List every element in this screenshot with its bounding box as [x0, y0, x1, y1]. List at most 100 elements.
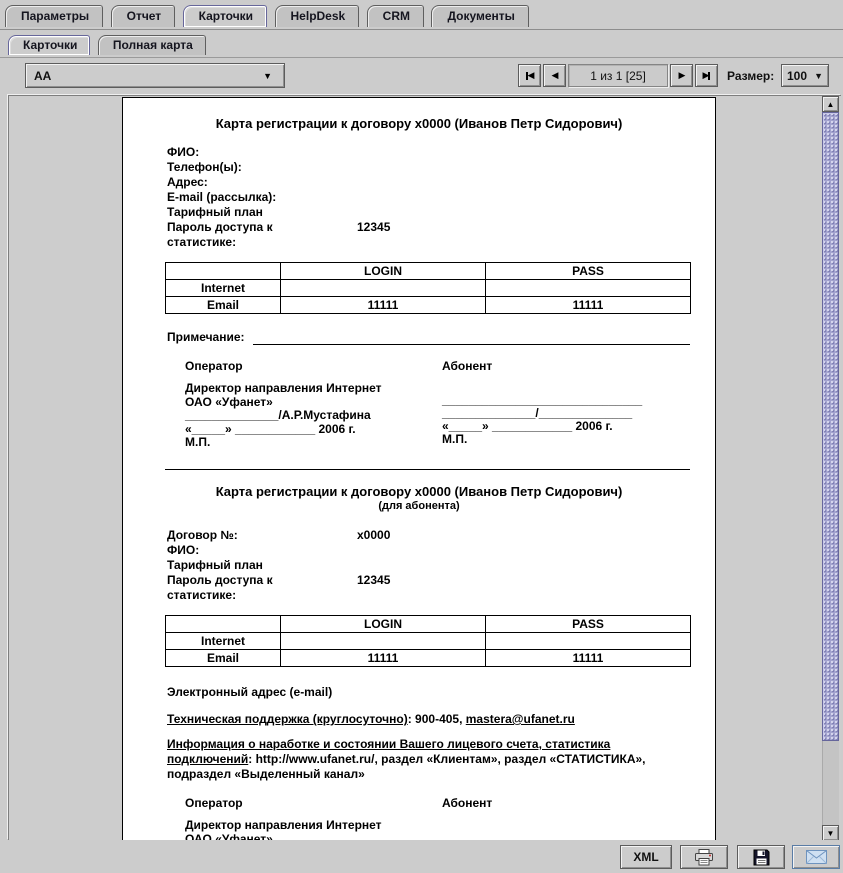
document-page: Карта регистрации к договору x0000 (Иван…: [122, 97, 716, 840]
signature-line: Директор направления Интернет: [185, 819, 435, 833]
signature-line: М.П.: [185, 436, 435, 450]
template-combobox[interactable]: AA ▼: [25, 63, 285, 88]
table-cell: Internet: [166, 633, 281, 650]
table-cell: Email: [166, 650, 281, 667]
next-page-icon: ▶: [679, 70, 685, 81]
operator-signature: Оператор Директор направления Интернет О…: [185, 796, 435, 840]
field-label: ФИО:: [167, 543, 339, 558]
table-header-row: LOGIN PASS: [166, 263, 691, 280]
first-page-icon: ◀: [528, 70, 534, 81]
arrow-down-icon: ▼: [827, 829, 835, 838]
first-page-button[interactable]: ◀: [518, 64, 541, 87]
field-row: Телефон(ы):: [167, 160, 715, 175]
support-label: Техническая поддержка (круглосуточно): [167, 712, 408, 726]
document-preview-panel: Карта регистрации к договору x0000 (Иван…: [8, 95, 841, 840]
signature-line: «_____» ____________ 2006 г.: [185, 423, 435, 437]
registration-card-subtitle: (для абонента): [123, 499, 715, 514]
tab-helpdesk[interactable]: HelpDesk: [275, 5, 360, 27]
previous-page-icon: ◀: [552, 70, 558, 81]
table-cell: 11111: [281, 297, 486, 314]
field-row: Договор №: x0000: [167, 528, 715, 543]
scroll-down-button[interactable]: ▼: [822, 825, 839, 840]
mail-icon: [806, 850, 827, 864]
fields-section-1: ФИО: Телефон(ы): Адрес: E-mail (рассылка…: [167, 145, 715, 250]
note-fill-line: [253, 332, 690, 345]
last-page-button[interactable]: ▶: [695, 64, 718, 87]
size-combobox-value: 100: [787, 69, 807, 83]
subtab-kartochki[interactable]: Карточки: [8, 35, 90, 55]
table-cell: 11111: [281, 650, 486, 667]
signature-line: ______________________________: [442, 831, 692, 840]
support-email-link: mastera@ufanet.ru: [466, 712, 575, 726]
table-cell: 11111: [486, 297, 691, 314]
subscriber-signature: Абонент ______________________________ _…: [442, 796, 692, 840]
note-row: Примечание:: [167, 330, 690, 345]
page-counter-text: 1 из 1 [25]: [590, 69, 646, 83]
table-header-cell: PASS: [486, 616, 691, 633]
field-label: E-mail (рассылка):: [167, 190, 339, 205]
arrow-up-icon: ▲: [827, 100, 835, 109]
application-window: { "main_tabs": [ {"label": "Параметры", …: [0, 0, 843, 873]
tab-kartochki[interactable]: Карточки: [183, 5, 267, 27]
section-divider: [165, 469, 690, 470]
table-cell: 11111: [486, 650, 691, 667]
table-row: Internet: [166, 633, 691, 650]
scrollbar-thumb[interactable]: [822, 112, 839, 741]
signature-line: ОАО «Уфанет»: [185, 396, 435, 410]
field-value: x0000: [357, 528, 390, 543]
sub-tab-bar: Карточки Полная карта: [0, 34, 843, 58]
field-row: ФИО:: [167, 543, 715, 558]
main-tab-bar: Параметры Отчет Карточки HelpDesk CRM До…: [0, 4, 843, 30]
last-page-bar-icon: [708, 72, 710, 80]
signature-line: Директор направления Интернет: [185, 382, 435, 396]
field-label: ФИО:: [167, 145, 339, 160]
fields-section-2: Договор №: x0000 ФИО: Тарифный план Парол…: [167, 528, 715, 603]
field-label: Адрес:: [167, 175, 339, 190]
field-label: Пароль доступа к статистике:: [167, 220, 339, 250]
previous-page-button[interactable]: ◀: [543, 64, 566, 87]
subscriber-title: Абонент: [442, 359, 692, 374]
tab-crm[interactable]: CRM: [367, 5, 424, 27]
table-cell: [486, 633, 691, 650]
tab-dokumenty[interactable]: Документы: [431, 5, 528, 27]
field-row: ФИО:: [167, 145, 715, 160]
printer-icon: [693, 849, 715, 866]
chevron-down-icon: ▼: [263, 71, 276, 81]
support-paragraph: Техническая поддержка (круглосуточно): 9…: [167, 712, 691, 727]
field-row: Пароль доступа к статистике:12345: [167, 220, 715, 250]
field-label: Пароль доступа к статистике:: [167, 573, 339, 603]
table-cell: Internet: [166, 280, 281, 297]
vertical-scrollbar[interactable]: ▲ ▼: [822, 96, 839, 840]
signature-line: ОАО «Уфанет»: [185, 833, 435, 841]
tab-otchet[interactable]: Отчет: [111, 5, 176, 27]
save-button[interactable]: [737, 845, 785, 869]
signature-line: М.П.: [442, 433, 692, 446]
next-page-button[interactable]: ▶: [670, 64, 693, 87]
email-button[interactable]: [792, 845, 840, 869]
table-cell: [486, 280, 691, 297]
tab-parametry[interactable]: Параметры: [5, 5, 103, 27]
operator-title: Оператор: [185, 359, 435, 374]
email-address-line: Электронный адрес (e-mail): [167, 685, 691, 700]
subtab-polnaya-karta[interactable]: Полная карта: [98, 35, 206, 55]
print-button[interactable]: [680, 845, 728, 869]
registration-card-title: Карта регистрации к договору x0000 (Иван…: [123, 116, 715, 131]
scrollbar-track[interactable]: [822, 741, 839, 825]
table-header-row: LOGIN PASS: [166, 616, 691, 633]
signature-block-2: Оператор Директор направления Интернет О…: [123, 796, 715, 840]
field-value: 12345: [357, 573, 390, 588]
signature-line: ______________/А.Р.Мустафина: [185, 409, 435, 423]
registration-card-title-2: Карта регистрации к договору x0000 (Иван…: [123, 484, 715, 499]
table-header-cell: PASS: [486, 263, 691, 280]
signature-line: «_____» ____________ 2006 г.: [442, 420, 692, 433]
signature-block-1: Оператор Директор направления Интернет О…: [123, 359, 715, 451]
field-label: Договор №:: [167, 528, 339, 543]
field-label: Тарифный план: [167, 558, 339, 573]
xml-export-button[interactable]: XML: [620, 845, 672, 869]
table-header-cell: LOGIN: [281, 616, 486, 633]
scroll-up-button[interactable]: ▲: [822, 96, 839, 112]
template-combobox-value: AA: [34, 69, 51, 83]
size-combobox[interactable]: 100 ▼: [781, 64, 829, 87]
table-header-cell: [166, 263, 281, 280]
table-row: Email 11111 11111: [166, 297, 691, 314]
